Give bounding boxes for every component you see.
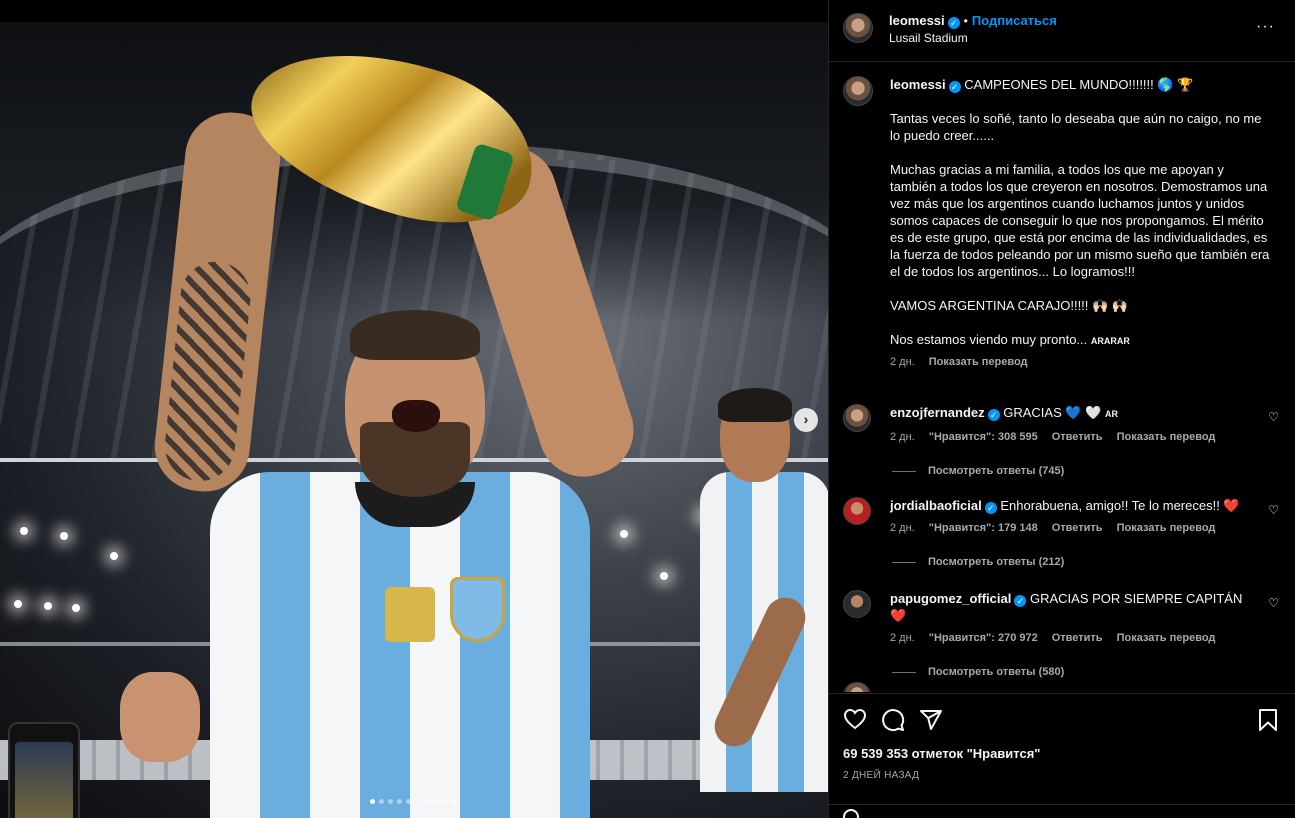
caption-meta: 2 дн. Показать перевод — [890, 356, 1271, 368]
caption-first-line: leomessi ✓ CAMPEONES DEL MUNDO!!!!!!! 🌎 🏆 — [890, 76, 1271, 93]
comment-likes[interactable]: "Нравится": 270 972 — [929, 632, 1038, 644]
comment-username[interactable]: jordialbaoficial — [890, 498, 982, 513]
comment-likes[interactable]: "Нравится": 179 148 — [929, 522, 1038, 534]
likes-count[interactable]: 69 539 353 отметок "Нравится" — [843, 746, 1040, 761]
post-date: 2 ДНЕЙ НАЗАД — [843, 770, 920, 781]
flag-emoji: AR — [1104, 409, 1118, 419]
post-actions: 69 539 353 отметок "Нравится" 2 ДНЕЙ НАЗ… — [829, 693, 1295, 818]
more-horizontal-icon[interactable]: ··· — [1256, 18, 1275, 36]
verified-icon: ✓ — [987, 409, 1000, 421]
view-replies-label: Посмотреть ответы (212) — [928, 556, 1065, 568]
comment-text: GRACIAS 💙 🤍 — [1003, 405, 1102, 420]
post-side-panel: leomessi ✓ • Подписаться Lusail Stadium ···… — [828, 0, 1295, 818]
translate-link[interactable]: Показать перевод — [1117, 522, 1216, 534]
comment-username[interactable]: enzojfernandez — [890, 405, 985, 420]
heart-icon[interactable] — [843, 708, 867, 736]
afa-crest — [450, 577, 505, 642]
player-figure — [150, 22, 670, 818]
comment-heart-icon[interactable]: ♡ — [1268, 596, 1279, 610]
verified-icon: ✓ — [948, 81, 961, 93]
emoji-icon[interactable] — [843, 809, 859, 818]
fan-hand — [120, 672, 200, 762]
player-beard — [360, 422, 470, 497]
comment-meta: 2 дн. "Нравится": 308 595 Ответить Показ… — [890, 431, 1255, 443]
comment-time: 2 дн. — [890, 632, 915, 644]
caption-avatar[interactable] — [843, 76, 873, 106]
caption-paragraph: Tantas veces lo soñé, tanto lo deseaba q… — [890, 111, 1262, 143]
carousel-dot — [433, 799, 438, 804]
carousel-dot — [451, 799, 456, 804]
carousel-dot — [415, 799, 420, 804]
post-photo[interactable]: › — [0, 22, 828, 818]
player-mouth — [392, 400, 440, 432]
post-location[interactable]: Lusail Stadium — [889, 31, 968, 45]
teammate-figure — [690, 388, 828, 812]
view-replies-label: Посмотреть ответы (745) — [928, 465, 1065, 477]
view-replies-label: Посмотреть ответы (580) — [928, 666, 1065, 678]
view-replies-button[interactable]: Посмотреть ответы (212) — [892, 556, 1255, 568]
separator: • — [963, 14, 968, 28]
comment-time: 2 дн. — [890, 522, 915, 534]
flag-emojis: ARARAR — [1090, 336, 1130, 346]
carousel-dots — [370, 799, 456, 804]
comment-line: papugomez_official ✓ GRACIAS POR SIEMPRE … — [890, 590, 1255, 624]
comment-line: enzojfernandez ✓ GRACIAS 💙 🤍 AR — [890, 404, 1255, 423]
caption-username[interactable]: leomessi — [890, 77, 946, 92]
comments-scroll-area[interactable]: leomessi ✓ CAMPEONES DEL MUNDO!!!!!!! 🌎 🏆… — [829, 62, 1295, 692]
verified-icon: ✓ — [947, 17, 960, 29]
reply-button[interactable]: Ответить — [1052, 632, 1103, 644]
caption-title: CAMPEONES DEL MUNDO!!!!!!! 🌎 🏆 — [964, 77, 1194, 92]
caption-paragraph: VAMOS ARGENTINA CARAJO!!!!! 🙌🏻 🙌🏻 — [890, 298, 1129, 313]
comment-meta: 2 дн. "Нравится": 270 972 Ответить Показ… — [890, 632, 1255, 644]
fifa-badge — [385, 587, 435, 642]
comment-avatar[interactable] — [843, 682, 871, 692]
player-hair — [350, 310, 480, 360]
bookmark-icon[interactable] — [1257, 708, 1279, 738]
follow-button[interactable]: Подписаться — [972, 13, 1057, 28]
carousel-dot — [406, 799, 411, 804]
carousel-dot — [397, 799, 402, 804]
fan-phone — [8, 722, 80, 818]
view-replies-button[interactable]: Посмотреть ответы (745) — [892, 465, 1255, 477]
player-left-arm — [150, 108, 285, 496]
carousel-dot — [424, 799, 429, 804]
comment-icon[interactable] — [881, 708, 905, 738]
comment-meta: 2 дн. "Нравится": 179 148 Ответить Показ… — [890, 522, 1255, 534]
header-line: leomessi ✓ • Подписаться — [889, 12, 1057, 30]
carousel-dot — [442, 799, 447, 804]
carousel-dot — [370, 799, 375, 804]
comment-likes[interactable]: "Нравится": 308 595 — [929, 431, 1038, 443]
reply-button[interactable]: Ответить — [1052, 431, 1103, 443]
share-icon[interactable] — [919, 708, 943, 738]
comment-avatar[interactable] — [843, 497, 871, 525]
comment-text: Enhorabuena, amigo!! Te lo mereces!! ❤️ — [1000, 498, 1240, 513]
caption-closing: Nos estamos viendo muy pronto... — [890, 332, 1088, 347]
translate-link[interactable]: Показать перевод — [1117, 431, 1216, 443]
author-avatar[interactable] — [843, 13, 873, 43]
comment-time: 2 дн. — [890, 431, 915, 443]
translate-link[interactable]: Показать перевод — [1117, 632, 1216, 644]
reply-button[interactable]: Ответить — [1052, 522, 1103, 534]
post-header: leomessi ✓ • Подписаться Lusail Stadium ··· — [829, 0, 1295, 62]
caption-paragraph: Muchas gracias a mi familia, a todos los… — [890, 162, 1270, 279]
caption-paragraph: Nos estamos viendo muy pronto... ARARAR — [890, 331, 1271, 350]
add-comment-bar[interactable] — [829, 804, 1295, 818]
comment-heart-icon[interactable]: ♡ — [1268, 503, 1279, 517]
carousel-dot — [379, 799, 384, 804]
caption-translate-link[interactable]: Показать перевод — [929, 356, 1028, 368]
verified-icon: ✓ — [984, 502, 997, 514]
comment-heart-icon[interactable]: ♡ — [1268, 410, 1279, 424]
view-replies-button[interactable]: Посмотреть ответы (580) — [892, 666, 1255, 678]
verified-icon: ✓ — [1014, 595, 1027, 607]
comment-avatar[interactable] — [843, 590, 871, 618]
carousel-next-button[interactable]: › — [794, 408, 818, 432]
carousel-dot — [388, 799, 393, 804]
comment-username[interactable]: papugomez_official — [890, 591, 1011, 606]
caption-time: 2 дн. — [890, 356, 915, 368]
comment-line: jordialbaoficial ✓ Enhorabuena, amigo!! T… — [890, 497, 1255, 514]
author-username[interactable]: leomessi — [889, 13, 945, 28]
comment-avatar[interactable] — [843, 404, 871, 432]
